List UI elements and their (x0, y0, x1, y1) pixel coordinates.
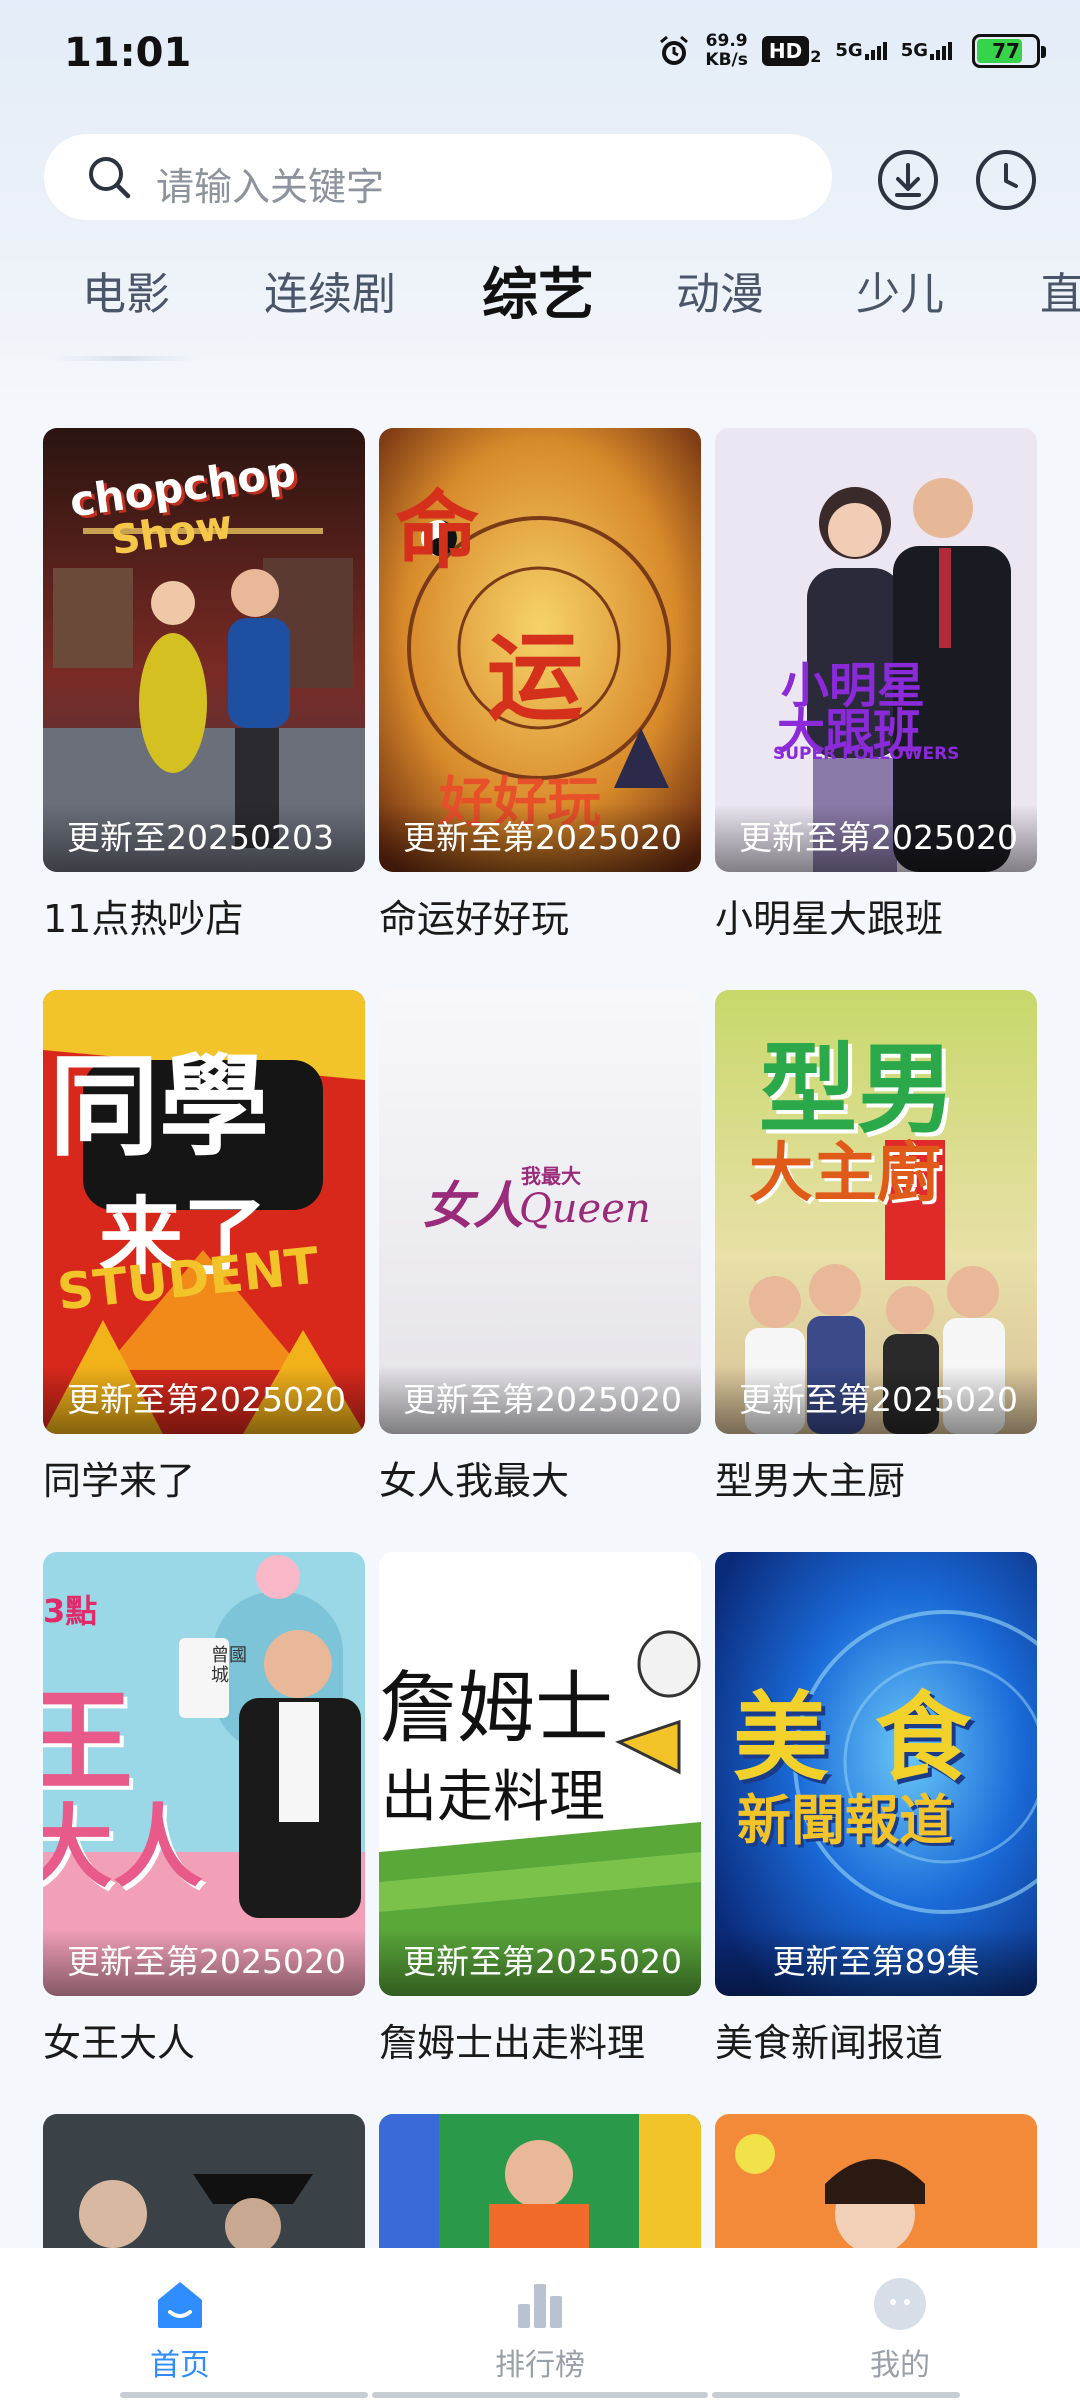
poster-image[interactable]: 女人 我最大 Queen 更新至第2025020 (379, 990, 701, 1434)
poster-subtitle-text: Queen (519, 1186, 651, 1232)
update-badge: 更新至第2025020 (379, 1928, 701, 1996)
poster-title-text: 詹姆士 (379, 1664, 614, 1754)
poster-subtitle-text: 新聞報道 (737, 1789, 953, 1852)
show-card[interactable]: 型男 大主廚 更新至第2025020 型男大主厨 (715, 990, 1037, 1505)
nav-home[interactable]: 首页 (80, 2274, 280, 2384)
show-title: 同学来了 (43, 1459, 196, 1503)
poster-image[interactable]: 小明星 大跟班 SUPER FOLLOWERS 更新至第2025020 (715, 428, 1037, 872)
show-title: 女人我最大 (379, 1459, 570, 1503)
poster-title-text: 3點 (43, 1592, 98, 1630)
update-badge: 更新至第89集 (715, 1928, 1037, 1996)
search-icon (89, 157, 131, 199)
home-icon (158, 2282, 202, 2328)
tab-anime[interactable]: 动漫 (676, 258, 764, 322)
show-card[interactable]: 美 食 新聞報道 更新至第89集 美食新闻报道 (715, 1552, 1037, 2067)
nav-profile[interactable]: 我的 (800, 2274, 1000, 2384)
tab-series[interactable]: 连续剧 (264, 258, 396, 322)
nav-ranking[interactable]: 排行榜 (440, 2274, 640, 2384)
update-badge: 更新至第2025020 (379, 804, 701, 872)
show-title: 詹姆士出走料理 (379, 2021, 646, 2065)
signal-icon-2: 5G (901, 42, 952, 60)
poster-subtitle-text: 大主廚 (749, 1137, 941, 1211)
show-card[interactable]: 命 运 好好玩 更新至第2025020 命运好好玩 (379, 428, 701, 943)
tab-scroll-hint (54, 356, 194, 361)
update-badge: 更新至第2025020 (43, 1366, 365, 1434)
poster-subtitle-text: SUPER FOLLOWERS (773, 744, 960, 764)
update-badge: 更新至第2025020 (715, 804, 1037, 872)
show-card[interactable]: 3點 王 大人 曾國城 更新至第2025020 女王大人 (43, 1552, 365, 2067)
nav-divider (120, 2392, 368, 2398)
show-card[interactable]: 同學 来了 STUDENT 更新至第2025020 同学来了 (43, 990, 365, 1505)
signal-icon: 5G (835, 42, 887, 60)
profile-icon (874, 2278, 926, 2330)
tab-movie[interactable]: 电影 (82, 258, 170, 322)
search-bar[interactable]: 请输入关键字 (44, 134, 832, 220)
search-placeholder: 请输入关键字 (156, 165, 385, 209)
show-card[interactable]: 女人 我最大 Queen 更新至第2025020 女人我最大 (379, 990, 701, 1505)
poster-image[interactable] (715, 2114, 1037, 2248)
hd-icon: HD 2 (761, 36, 821, 66)
net-speed: 69.9 KB/s (705, 31, 748, 70)
tab-variety[interactable]: 综艺 (482, 250, 594, 331)
ranking-icon (518, 2284, 562, 2328)
nav-divider (712, 2392, 960, 2398)
poster-image[interactable]: 命 运 好好玩 更新至第2025020 (379, 428, 701, 872)
poster-image[interactable]: 美 食 新聞報道 更新至第89集 (715, 1552, 1037, 1996)
show-title: 型男大主厨 (715, 1459, 906, 1503)
poster-title-text: 大人 (43, 1795, 203, 1900)
nav-divider (372, 2392, 708, 2398)
history-icon[interactable] (974, 148, 1038, 212)
bottom-navigation: 首页 排行榜 我的 (0, 2248, 1080, 2400)
poster-title-text: 同學 (49, 1043, 269, 1171)
battery-icon: 77 (972, 34, 1046, 68)
poster-image[interactable]: 詹姆士 出走料理 更新至第2025020 (379, 1552, 701, 1996)
poster-image[interactable]: chopchop Show 更新至20250203 (43, 428, 365, 872)
poster-image[interactable] (379, 2114, 701, 2248)
show-card[interactable]: 小明星 大跟班 SUPER FOLLOWERS 更新至第2025020 小明星大… (715, 428, 1037, 943)
poster-image[interactable]: 同學 来了 STUDENT 更新至第2025020 (43, 990, 365, 1434)
update-badge: 更新至第2025020 (43, 1928, 365, 1996)
show-card[interactable]: 詹姆士 出走料理 更新至第2025020 詹姆士出走料理 (379, 1552, 701, 2067)
show-card[interactable] (379, 2114, 701, 2248)
poster-subtitle-text: 曾國城 (211, 1645, 247, 1686)
tab-kids[interactable]: 少儿 (856, 258, 944, 322)
poster-image[interactable]: 3點 王 大人 曾國城 更新至第2025020 (43, 1552, 365, 1996)
status-bar: 11:01 69.9 KB/s HD 2 5G 5G 77 (0, 0, 1080, 110)
status-time: 11:01 (64, 30, 192, 76)
poster-title-text: 女人 (423, 1177, 523, 1235)
show-card[interactable]: chopchop Show 更新至20250203 11点热吵店 (43, 428, 365, 943)
poster-title-text: 命 (395, 482, 480, 580)
update-badge: 更新至第2025020 (715, 1366, 1037, 1434)
poster-title-text: 运 (487, 622, 583, 734)
show-title: 命运好好玩 (379, 897, 570, 941)
show-card[interactable] (43, 2114, 365, 2248)
download-icon[interactable] (876, 148, 940, 212)
show-title: 小明星大跟班 (715, 897, 944, 941)
show-title: 11点热吵店 (43, 897, 244, 941)
poster-subtitle-text: 出走料理 (381, 1765, 605, 1830)
show-title: 女王大人 (43, 2021, 196, 2065)
status-icons: 69.9 KB/s HD 2 5G 5G 77 (657, 31, 1046, 70)
update-badge: 更新至第2025020 (379, 1366, 701, 1434)
poster-image[interactable]: 型男 大主廚 更新至第2025020 (715, 990, 1037, 1434)
poster-title-text: 我最大 (521, 1164, 581, 1188)
alarm-icon (660, 35, 689, 65)
poster-image[interactable] (43, 2114, 365, 2248)
show-card[interactable] (715, 2114, 1037, 2248)
show-title: 美食新闻报道 (715, 2021, 944, 2065)
tab-live[interactable]: 直 (1040, 258, 1080, 322)
update-badge: 更新至20250203 (43, 804, 365, 872)
